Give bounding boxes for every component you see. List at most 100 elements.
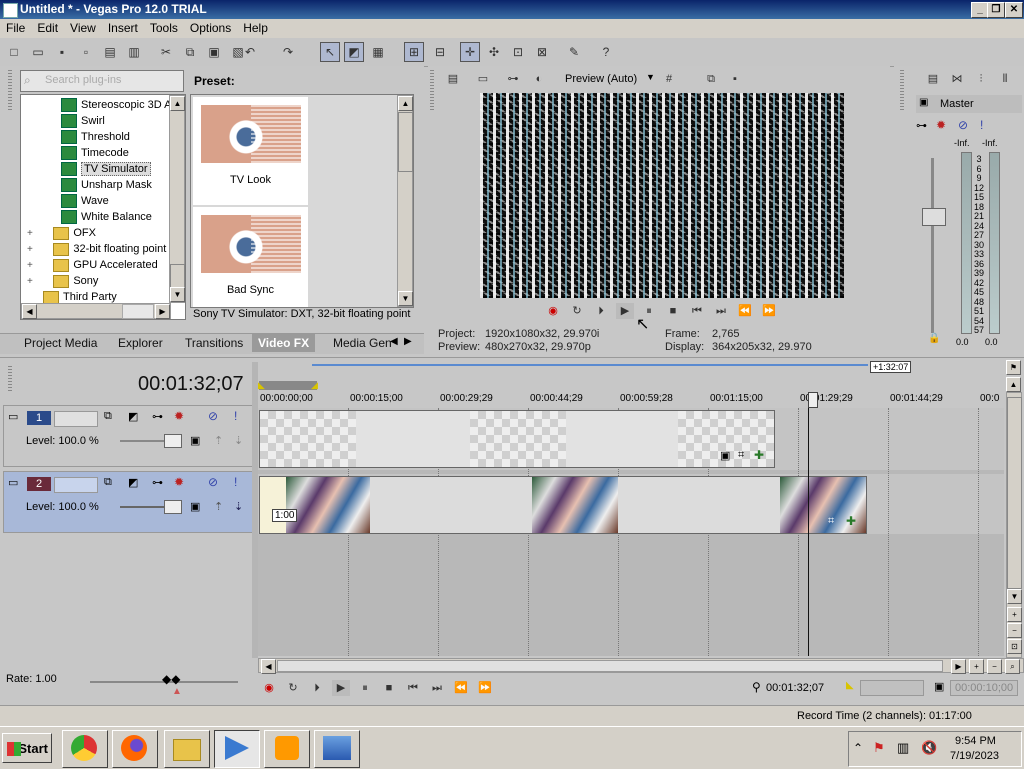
event-fx-icon[interactable]: ✎ — [564, 42, 584, 62]
zoom-out-vertical-icon[interactable]: − — [1007, 623, 1022, 638]
event-fx-plus-icon[interactable]: ✚ — [754, 448, 764, 462]
downmix-icon[interactable]: ⋈ — [948, 71, 966, 87]
make-compositing-parent-icon[interactable]: ⇡ — [214, 434, 223, 447]
tab-explorer[interactable]: Explorer — [112, 334, 169, 352]
solo-track-icon[interactable]: ! — [234, 409, 237, 423]
properties-icon[interactable]: ▥ — [124, 42, 144, 62]
zoom-in-vertical-icon[interactable]: + — [1007, 607, 1022, 622]
track-name-field[interactable] — [54, 477, 98, 493]
go-to-start-icon[interactable]: ⏮ — [688, 303, 706, 319]
video-track-header-2[interactable]: ▭ 2 ⧉ ◩ ⊶ ✹ ⊘ ! Level: 100.0 % ▣ ⇡ ⇣ — [3, 471, 253, 533]
lock-envelopes-icon[interactable]: ⊟ — [430, 42, 450, 62]
scroll-right-icon[interactable]: ▶ — [951, 659, 966, 674]
open-folder-icon[interactable]: ▭ — [28, 42, 48, 62]
tree-item[interactable]: Stereoscopic 3D A — [61, 97, 172, 113]
menu-view[interactable]: View — [64, 19, 102, 38]
track-name-field[interactable] — [54, 411, 98, 427]
vegas-taskbar-button[interactable] — [214, 730, 260, 768]
save-snapshot-icon[interactable]: ▪ — [726, 71, 744, 87]
tab-media-generators[interactable]: Media Gen — [327, 334, 398, 352]
normal-edit-tool-icon[interactable]: ↖ — [320, 42, 340, 62]
timeline-horizontal-scrollbar[interactable]: ◀ ▶ + − ⌕ — [258, 658, 1024, 674]
track-motion-icon[interactable]: ⧉ — [104, 410, 112, 423]
render-icon[interactable]: ▤ — [100, 42, 120, 62]
track-collapse-icon[interactable]: ▭ — [8, 410, 18, 423]
project-properties-icon[interactable]: ▤ — [444, 71, 462, 87]
tree-item[interactable]: Wave — [61, 193, 109, 209]
copy-snapshot-icon[interactable]: ⧉ — [702, 71, 720, 87]
chrome-taskbar-button[interactable] — [62, 730, 108, 768]
network-icon[interactable]: ▥ — [897, 740, 909, 756]
menu-edit[interactable]: Edit — [31, 19, 64, 38]
tab-transitions[interactable]: Transitions — [179, 334, 249, 352]
scroll-left-icon[interactable]: ◀ — [261, 659, 276, 674]
dim-output-icon[interactable]: ⫶ — [972, 71, 990, 87]
mixer-properties-icon[interactable]: ▤ — [924, 71, 942, 87]
panel-grip[interactable] — [8, 70, 12, 110]
envelope-tool-icon[interactable]: ◩ — [344, 42, 364, 62]
play-icon[interactable]: ▶ — [332, 680, 350, 696]
volume-muted-icon[interactable]: 🔇 — [921, 740, 937, 756]
loop-region[interactable] — [259, 381, 317, 390]
auto-ripple-icon[interactable]: ⊞ — [404, 42, 424, 62]
auto-crossfade-icon[interactable]: ✣ — [484, 42, 504, 62]
scroll-up-icon[interactable]: ▲ — [170, 96, 185, 111]
timeline-tracks-area[interactable]: ▣ ⌗ ✚ 1:00 ⌗ ✚ — [258, 408, 1004, 656]
compositing-mode-icon[interactable]: ◩ — [128, 476, 138, 489]
fade-in-region[interactable] — [260, 477, 286, 533]
restore-button[interactable]: ❐ — [987, 2, 1005, 18]
scroll-thumb[interactable] — [277, 660, 943, 672]
preview-quality-dropdown[interactable]: Preview (Auto) — [565, 73, 637, 85]
scroll-left-icon[interactable]: ◀ — [22, 304, 37, 319]
action-center-icon[interactable]: ⚑ — [873, 740, 885, 756]
plugin-search-box[interactable]: ⌕ Search plug-ins — [20, 70, 184, 92]
mute-icon[interactable]: ⊘ — [958, 118, 968, 132]
record-icon[interactable]: ◉ — [260, 680, 278, 696]
lock-icon[interactable]: 🔒 — [928, 333, 940, 344]
expand-icon[interactable]: + — [27, 242, 35, 258]
next-frame-icon[interactable]: ⏩ — [760, 303, 778, 319]
previous-frame-icon[interactable]: ⏪ — [452, 680, 470, 696]
solo-track-icon[interactable]: ! — [234, 475, 237, 489]
close-button[interactable]: ✕ — [1005, 2, 1023, 18]
copy-icon[interactable]: ⧉ — [180, 42, 200, 62]
make-compositing-parent-icon[interactable]: ⇡ — [214, 500, 223, 513]
external-monitor-icon[interactable]: ▭ — [474, 71, 492, 87]
zoom-tool-icon[interactable]: ⊠ — [532, 42, 552, 62]
paste-icon[interactable]: ▣ — [204, 42, 224, 62]
video-event-clip[interactable]: 1:00 ⌗ ✚ — [259, 476, 867, 534]
compositing-mode-icon[interactable]: ◩ — [128, 410, 138, 423]
vertical-scroll-up-icon[interactable]: ▲ — [1006, 377, 1021, 392]
media-fx-icon[interactable]: ▣ — [720, 449, 730, 462]
event-fx-plus-icon[interactable]: ✚ — [846, 514, 856, 528]
timeline-grip[interactable] — [8, 366, 12, 392]
tree-folder[interactable]: + Sony — [27, 273, 98, 289]
split-screen-icon[interactable]: ⊶ — [504, 71, 522, 87]
zoom-out-horizontal-icon[interactable]: − — [987, 659, 1002, 674]
loop-playback-icon[interactable]: ↻ — [568, 303, 586, 319]
loop-playback-icon[interactable]: ↻ — [284, 680, 302, 696]
zoom-in-horizontal-icon[interactable]: + — [969, 659, 984, 674]
tree-folder[interactable]: + GPU Accelerated — [27, 257, 158, 273]
make-compositing-child-icon[interactable]: ⇣ — [234, 434, 243, 447]
redo-icon[interactable]: ↷ — [278, 42, 298, 62]
tree-folder[interactable]: + OFX — [27, 225, 96, 241]
expand-icon[interactable]: + — [27, 274, 35, 290]
record-icon[interactable]: ◉ — [544, 303, 562, 319]
level-slider-handle[interactable] — [164, 434, 182, 448]
markers-icon[interactable]: ⚑ — [1006, 360, 1021, 375]
insert-fx-icon[interactable]: ⊶ — [916, 119, 927, 132]
scroll-thumb[interactable] — [122, 304, 154, 319]
generated-media-icon[interactable]: ▣ — [190, 500, 200, 513]
tree-item[interactable]: Unsharp Mask — [61, 177, 152, 193]
selection-length-field[interactable]: 00:00:10;00 — [950, 680, 1018, 696]
scroll-right-icon[interactable]: ▶ — [155, 304, 170, 319]
stop-icon[interactable]: ■ — [380, 680, 398, 696]
whats-this-help-icon[interactable]: ? — [596, 42, 616, 62]
preset-tile[interactable]: TV Look — [193, 97, 308, 205]
mixer-options-icon[interactable]: ⦀ — [996, 71, 1014, 87]
playhead-cursor[interactable] — [808, 408, 809, 656]
timeline-vertical-scrollbar[interactable]: ▼ + − ⊡ — [1006, 392, 1022, 658]
master-fader-handle[interactable] — [922, 208, 946, 226]
ignore-grouping-icon[interactable]: ⊡ — [508, 42, 528, 62]
